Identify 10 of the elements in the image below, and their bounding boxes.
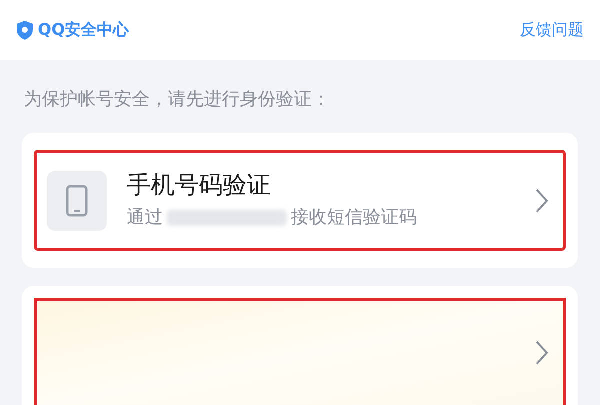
- instruction-text: 为保护帐号安全，请先进行身份验证：: [23, 88, 331, 112]
- chevron-right-icon: [535, 340, 549, 366]
- verification-card[interactable]: 手机号码验证 通过 接收短信验证码: [22, 133, 578, 268]
- phone-icon: [66, 184, 88, 216]
- method-description-start: 通过: [127, 206, 163, 230]
- method-description-end: 接收短信验证码: [291, 206, 417, 230]
- chevron-right-icon: [535, 188, 549, 214]
- app-title: QQ安全中心: [38, 19, 130, 41]
- method-title: 手机号码验证: [127, 170, 272, 200]
- shield-logo-icon: [16, 20, 34, 40]
